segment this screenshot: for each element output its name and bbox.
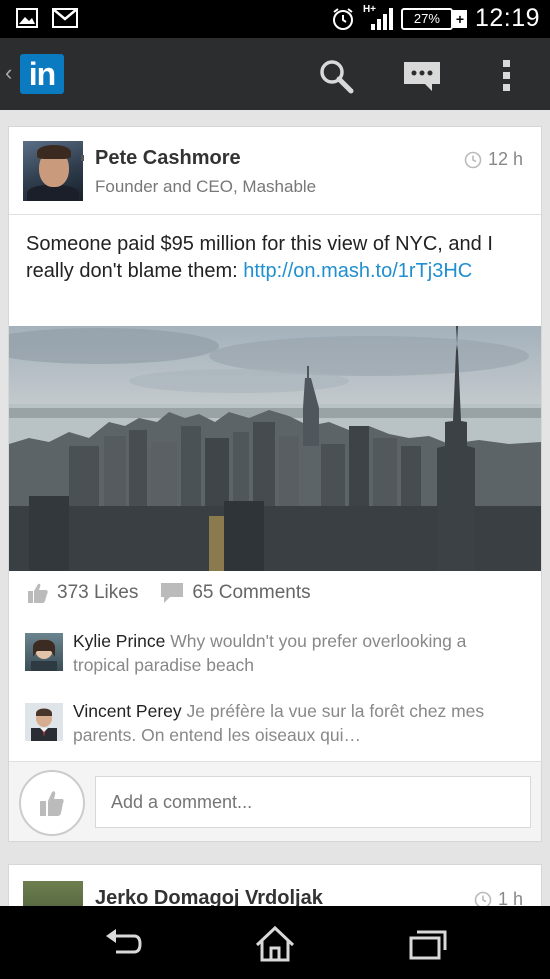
system-nav-bar — [0, 906, 550, 979]
author-name[interactable]: Pete Cashmore — [95, 147, 241, 170]
post-header: Pete Cashmore Founder and CEO, Mashable … — [9, 127, 541, 215]
likes-count[interactable]: 373 Likes — [57, 582, 138, 604]
post-time-label: 12 h — [487, 149, 523, 169]
clock: 12:19 — [474, 4, 540, 32]
post-link[interactable]: http://on.mash.to/1rTj3HC — [243, 260, 472, 282]
recent-apps-icon[interactable] — [406, 924, 450, 964]
commenter-name[interactable]: Kylie Prince — [73, 631, 165, 651]
back-chevron-icon[interactable]: ‹ — [5, 60, 12, 86]
post-time: 12 h — [464, 149, 523, 170]
post-card: Pete Cashmore Founder and CEO, Mashable … — [8, 126, 542, 842]
comment-input[interactable] — [95, 776, 531, 828]
like-icon[interactable] — [27, 582, 49, 604]
alarm-icon — [332, 7, 353, 30]
comment-icon[interactable] — [160, 582, 184, 604]
author-title: Founder and CEO, Mashable — [95, 177, 317, 196]
comment-text: Kylie Prince Why wouldn't you prefer ove… — [73, 629, 523, 677]
signal-icon: H+ — [363, 4, 393, 32]
divider — [81, 155, 84, 161]
home-icon[interactable] — [253, 924, 297, 964]
author-avatar[interactable] — [23, 141, 83, 201]
search-icon[interactable] — [318, 58, 354, 94]
commenter-name[interactable]: Vincent Perey — [73, 701, 182, 721]
overflow-menu-icon[interactable] — [494, 58, 520, 94]
like-button[interactable] — [19, 770, 85, 836]
post-text: Someone paid $95 million for this view o… — [26, 231, 526, 285]
gmail-notification-icon — [52, 8, 78, 28]
post-image[interactable] — [9, 326, 541, 571]
commenter-avatar[interactable] — [25, 703, 63, 741]
status-bar: H+ 27% + 12:19 — [0, 0, 550, 38]
commenter-avatar[interactable] — [25, 633, 63, 671]
back-icon[interactable] — [102, 924, 146, 964]
thumbs-up-icon — [40, 791, 64, 816]
linkedin-logo[interactable]: in — [20, 54, 64, 94]
add-comment-row — [9, 761, 541, 841]
action-bar: ‹ in — [0, 38, 550, 110]
gallery-notification-icon — [16, 8, 38, 28]
comments-count[interactable]: 65 Comments — [192, 582, 310, 604]
charging-icon: + — [452, 9, 467, 28]
post-stats: 373 Likes 65 Comments — [27, 582, 333, 604]
battery-indicator: 27% — [400, 7, 453, 30]
comment-text: Vincent Perey Je préfère la vue sur la f… — [73, 699, 523, 747]
messages-icon[interactable] — [402, 58, 442, 94]
clock-icon — [464, 151, 482, 168]
